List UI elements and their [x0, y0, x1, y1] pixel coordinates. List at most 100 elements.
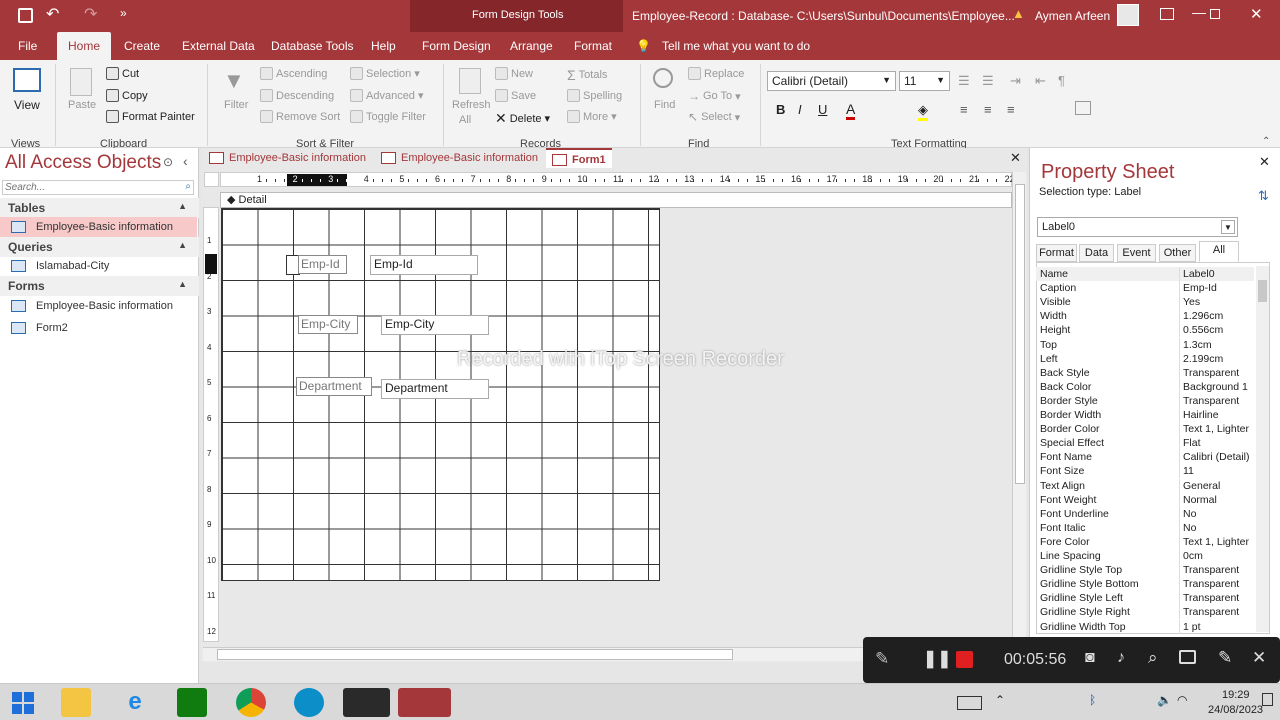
- numbering-icon[interactable]: ☰: [982, 73, 994, 89]
- property-value[interactable]: Background 1: [1183, 380, 1253, 394]
- prop-tab-data[interactable]: Data: [1079, 244, 1114, 262]
- select-button[interactable]: ↖ Select ▾: [688, 110, 740, 124]
- new-record-button[interactable]: New: [495, 67, 533, 80]
- copy-button[interactable]: Copy: [106, 89, 148, 102]
- advanced-button[interactable]: Advanced ▾: [350, 89, 423, 102]
- refresh-button[interactable]: Refresh: [452, 99, 491, 111]
- tab-create[interactable]: Create: [124, 32, 160, 60]
- textbox-emp-id[interactable]: Emp-Id: [370, 255, 478, 275]
- pause-icon[interactable]: ❚❚: [923, 649, 952, 669]
- property-row[interactable]: Font Underline No: [1036, 506, 1254, 521]
- paste-icon[interactable]: [70, 68, 92, 96]
- property-value[interactable]: No: [1183, 521, 1253, 535]
- descending-button[interactable]: Descending: [260, 89, 334, 102]
- gridlines-icon[interactable]: [1075, 101, 1091, 115]
- scroll-thumb[interactable]: [1258, 280, 1267, 302]
- property-value[interactable]: No: [1183, 507, 1253, 521]
- close-document-icon[interactable]: ✕: [1010, 150, 1021, 166]
- redo-icon[interactable]: ↷: [84, 4, 97, 24]
- pen-icon[interactable]: ✎: [875, 649, 889, 669]
- tab-database-tools[interactable]: Database Tools: [271, 32, 354, 60]
- property-value[interactable]: 1.3cm: [1183, 338, 1253, 352]
- label-emp-id[interactable]: Emp-Id: [298, 255, 347, 274]
- caption-icon[interactable]: [1179, 650, 1196, 664]
- warning-icon[interactable]: ▲: [1012, 6, 1025, 21]
- property-value[interactable]: Normal: [1183, 493, 1253, 507]
- notifications-icon[interactable]: [1262, 693, 1273, 706]
- refresh-icon[interactable]: [459, 68, 481, 94]
- doc-tab-form-employee[interactable]: Employee-Basic information: [375, 148, 543, 168]
- nav-item-table-employee[interactable]: Employee-Basic information: [0, 217, 197, 237]
- property-value[interactable]: Flat: [1183, 436, 1253, 450]
- user-name[interactable]: Aymen Arfeen: [1035, 9, 1110, 23]
- italic-button[interactable]: I: [798, 102, 802, 117]
- recorder-close-icon[interactable]: ✕: [1252, 648, 1266, 668]
- collapse-ribbon-icon[interactable]: ⌃: [1262, 136, 1270, 147]
- property-row[interactable]: Special Effect Flat: [1036, 436, 1254, 451]
- tab-arrange[interactable]: Arrange: [510, 32, 553, 60]
- more-button[interactable]: More ▾: [567, 110, 617, 123]
- property-value[interactable]: Yes: [1183, 295, 1253, 309]
- property-row[interactable]: Border Width Hairline: [1036, 408, 1254, 422]
- search-icon[interactable]: ⌕: [185, 181, 191, 192]
- save-icon[interactable]: [18, 8, 33, 23]
- find-button[interactable]: Find: [654, 99, 675, 111]
- property-scrollbar[interactable]: [1256, 266, 1269, 632]
- align-left-icon[interactable]: ≡: [960, 102, 968, 117]
- property-value[interactable]: 0.556cm: [1183, 323, 1253, 337]
- vertical-scrollbar[interactable]: [1012, 172, 1026, 642]
- stop-icon[interactable]: [956, 651, 973, 668]
- property-row[interactable]: Line Spacing 0cm: [1036, 549, 1254, 563]
- property-value[interactable]: Transparent: [1183, 394, 1253, 408]
- minimize-icon[interactable]: —: [1192, 4, 1206, 20]
- outdent-icon[interactable]: ⇤: [1035, 73, 1046, 89]
- property-row[interactable]: Font Weight Normal: [1036, 492, 1254, 507]
- property-value[interactable]: Text 1, Lighter: [1183, 422, 1253, 436]
- save-record-button[interactable]: Save: [495, 89, 536, 102]
- ascending-button[interactable]: Ascending: [260, 67, 327, 80]
- microphone-muted-icon[interactable]: ♪: [1117, 649, 1125, 667]
- chrome-icon[interactable]: [236, 688, 266, 717]
- doc-tab-form1[interactable]: Form1: [546, 148, 612, 168]
- clock-time[interactable]: 19:29: [1222, 689, 1250, 701]
- property-value[interactable]: 1 pt: [1183, 620, 1253, 634]
- tab-format[interactable]: Format: [574, 32, 612, 60]
- property-row[interactable]: Caption Emp-Id: [1036, 281, 1254, 296]
- property-value[interactable]: General: [1183, 479, 1253, 493]
- prop-tab-other[interactable]: Other: [1159, 244, 1196, 262]
- property-row[interactable]: Font Italic No: [1036, 520, 1254, 535]
- scroll-thumb[interactable]: [1015, 184, 1025, 484]
- property-value[interactable]: Calibri (Detail): [1183, 450, 1253, 464]
- toggle-filter-button[interactable]: Toggle Filter: [350, 110, 426, 123]
- magnifier-icon[interactable]: [653, 68, 673, 88]
- property-value[interactable]: Label0: [1183, 267, 1253, 281]
- internet-explorer-icon[interactable]: e: [120, 688, 150, 717]
- file-explorer-icon[interactable]: [61, 688, 91, 717]
- property-value[interactable]: Hairline: [1183, 408, 1253, 422]
- view-button[interactable]: View: [14, 98, 40, 112]
- edge-icon[interactable]: [294, 688, 324, 717]
- wifi-icon[interactable]: ◠: [1177, 693, 1187, 707]
- totals-button[interactable]: Σ Totals: [567, 67, 607, 83]
- replace-button[interactable]: Replace: [688, 67, 744, 80]
- property-row[interactable]: Height 0.556cm: [1036, 323, 1254, 338]
- font-color-button[interactable]: A: [846, 101, 856, 120]
- property-value[interactable]: 11: [1183, 464, 1253, 478]
- tab-home[interactable]: Home: [57, 32, 111, 60]
- cut-button[interactable]: Cut: [106, 67, 139, 80]
- property-row[interactable]: Back Style Transparent: [1036, 365, 1254, 380]
- sort-icon[interactable]: ⇅: [1258, 188, 1269, 204]
- ribbon-display-icon[interactable]: [1160, 8, 1174, 20]
- property-row[interactable]: Font Size 11: [1036, 464, 1254, 479]
- nav-title[interactable]: All Access Objects: [5, 152, 161, 174]
- undo-icon[interactable]: ↶: [46, 4, 59, 24]
- bold-button[interactable]: B: [776, 102, 785, 117]
- align-right-icon[interactable]: ≡: [1007, 102, 1015, 117]
- filter-icon[interactable]: ▼: [223, 68, 245, 94]
- spelling-button[interactable]: Spelling: [567, 89, 622, 102]
- clock-date[interactable]: 24/08/2023: [1208, 704, 1263, 716]
- selection-button[interactable]: Selection ▾: [350, 67, 420, 80]
- fill-color-icon[interactable]: ◈: [918, 102, 928, 121]
- property-row[interactable]: Border Style Transparent: [1036, 393, 1254, 408]
- scroll-thumb[interactable]: [217, 649, 733, 660]
